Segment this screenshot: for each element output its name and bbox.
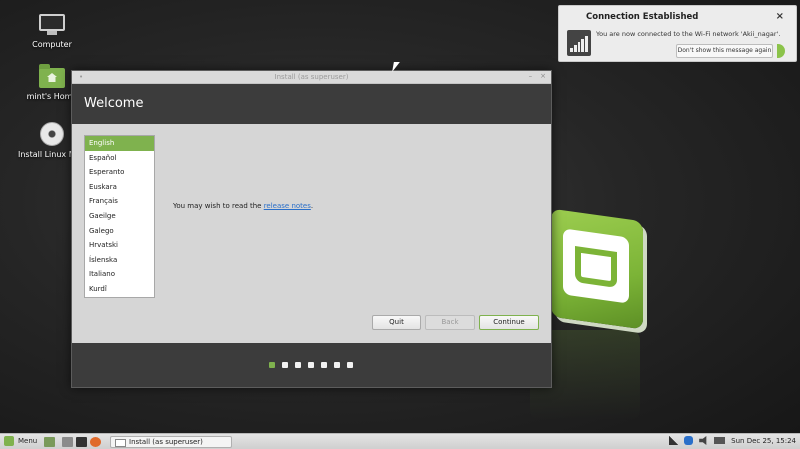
release-notes-link[interactable]: release notes [264,202,311,210]
intro-end: . [310,202,314,210]
notification-popup: Connection Established × You are now con… [558,5,797,62]
installer-header: Welcome [72,84,551,124]
battery-icon[interactable] [714,437,726,444]
language-option[interactable]: Français [85,194,154,209]
language-option[interactable]: Euskara [85,180,154,195]
back-button[interactable]: Back [425,315,475,330]
notification-accent [777,44,785,58]
step-dot [282,362,288,368]
window-titlebar[interactable]: • Install (as superuser) – × [72,71,551,84]
language-option[interactable]: Italiano [85,267,154,282]
firefox-icon[interactable] [90,437,101,447]
menu-label: Menu [18,437,38,445]
language-option[interactable]: Kurdî [85,282,154,297]
desktop-icon-computer[interactable]: Computer [12,14,92,49]
computer-icon [39,14,65,36]
installer-footer [72,343,551,387]
intro-label: You may wish to read the [173,202,264,210]
clock[interactable]: Sun Dec 25, 15:24 [731,437,796,445]
taskbar-window-installer[interactable]: Install (as superuser) [110,436,232,448]
menu-button[interactable]: Menu [4,436,37,446]
language-option[interactable]: Gaeilge [85,209,154,224]
language-option[interactable]: Esperanto [85,165,154,180]
network-icon[interactable] [669,436,679,445]
notification-title: Connection Established [586,12,699,22]
notification-message: You are now connected to the Wi-Fi netwo… [596,30,781,38]
step-dot [269,362,275,368]
disc-icon [40,122,64,146]
intro-text: You may wish to read the release notes. [173,202,313,210]
dont-show-again-button[interactable]: Don't show this message again [676,44,773,58]
continue-button[interactable]: Continue [479,315,539,330]
step-dot [308,362,314,368]
volume-icon[interactable] [699,436,707,445]
terminal-icon[interactable] [76,437,87,447]
step-dot [347,362,353,368]
bluetooth-icon[interactable] [684,436,694,445]
quit-button[interactable]: Quit [372,315,421,330]
close-icon[interactable]: × [540,72,546,80]
mint-menu-icon [4,436,14,446]
language-option[interactable]: Galego [85,224,154,239]
system-tray: Sun Dec 25, 15:24 [669,436,796,445]
installer-body: English Español Esperanto Euskara França… [72,124,551,343]
window-title: Install (as superuser) [274,73,349,81]
language-option[interactable]: Íslenska [85,253,154,268]
home-folder-icon [39,64,65,88]
files-icon[interactable] [62,437,73,447]
step-dot [295,362,301,368]
taskbar: Menu Install (as superuser) Sun Dec 25, … [0,433,800,449]
linux-mint-logo [551,208,643,330]
language-option[interactable]: English [85,136,154,151]
language-option[interactable]: Español [85,151,154,166]
step-dot [334,362,340,368]
wifi-signal-icon [567,30,591,56]
installer-window: • Install (as superuser) – × Welcome Eng… [71,70,552,388]
close-icon[interactable]: × [776,11,784,22]
language-list[interactable]: English Español Esperanto Euskara França… [84,135,155,298]
page-title: Welcome [84,96,144,111]
language-option[interactable]: Hrvatski [85,238,154,253]
desktop-icon-label: Computer [32,40,72,49]
minimize-icon[interactable]: – [529,72,533,80]
step-dot [321,362,327,368]
step-indicator [269,362,353,368]
show-desktop-icon[interactable] [44,437,55,447]
